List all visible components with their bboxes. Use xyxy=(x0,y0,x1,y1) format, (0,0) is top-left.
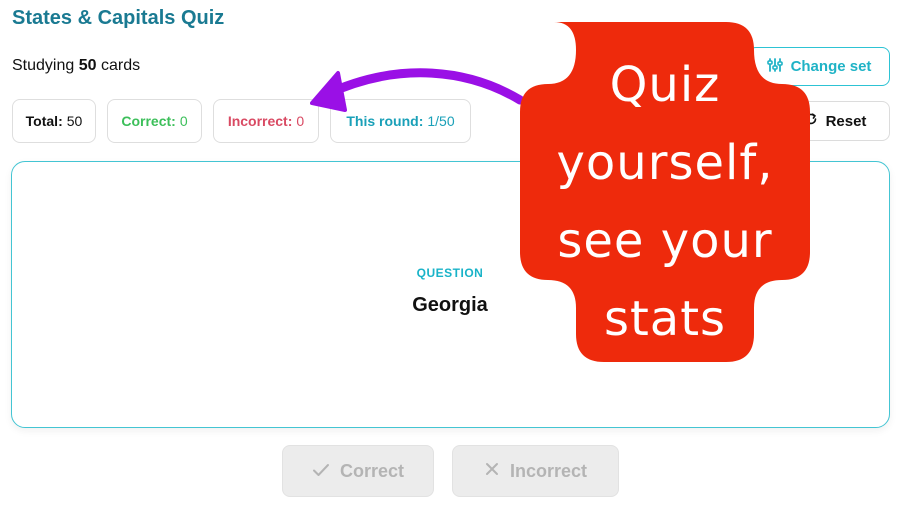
stat-incorrect: Incorrect: 0 xyxy=(213,99,319,143)
promo-caption: Quiz yourself, see your stats xyxy=(520,46,810,358)
mark-incorrect-label: Incorrect xyxy=(509,460,588,481)
reset-label: Reset xyxy=(825,112,867,130)
stat-round-label: This round: xyxy=(346,113,424,129)
checkmark-icon xyxy=(312,461,330,482)
stat-total-value: 50 xyxy=(66,113,83,129)
stat-correct: Correct: 0 xyxy=(107,99,202,143)
studying-summary: Studying 50 cards xyxy=(12,57,140,75)
studying-count: 50 xyxy=(78,57,97,74)
promo-line: stats xyxy=(603,291,727,347)
stat-correct-label: Correct: xyxy=(121,113,176,129)
mark-correct-button[interactable]: Correct xyxy=(282,445,434,497)
stat-correct-value: 0 xyxy=(179,113,188,129)
mark-correct-label: Correct xyxy=(339,460,405,481)
studying-prefix: Studying xyxy=(12,57,75,74)
stat-total-label: Total: xyxy=(25,113,63,129)
stat-total: Total: 50 xyxy=(12,99,96,143)
stat-round-value: 1/50 xyxy=(427,113,455,129)
close-icon xyxy=(484,461,500,482)
stat-this-round: This round: 1/50 xyxy=(330,99,471,143)
promo-line: see your xyxy=(557,213,773,269)
page-title: States & Capitals Quiz xyxy=(12,7,225,29)
mark-incorrect-button[interactable]: Incorrect xyxy=(452,445,619,497)
quiz-app: States & Capitals Quiz Studying 50 cards… xyxy=(0,0,900,506)
stat-incorrect-value: 0 xyxy=(296,113,305,129)
stat-incorrect-label: Incorrect: xyxy=(227,113,293,129)
promo-line: Quiz xyxy=(609,57,721,113)
promo-line: yourself, xyxy=(556,135,774,191)
studying-suffix: cards xyxy=(100,57,141,74)
